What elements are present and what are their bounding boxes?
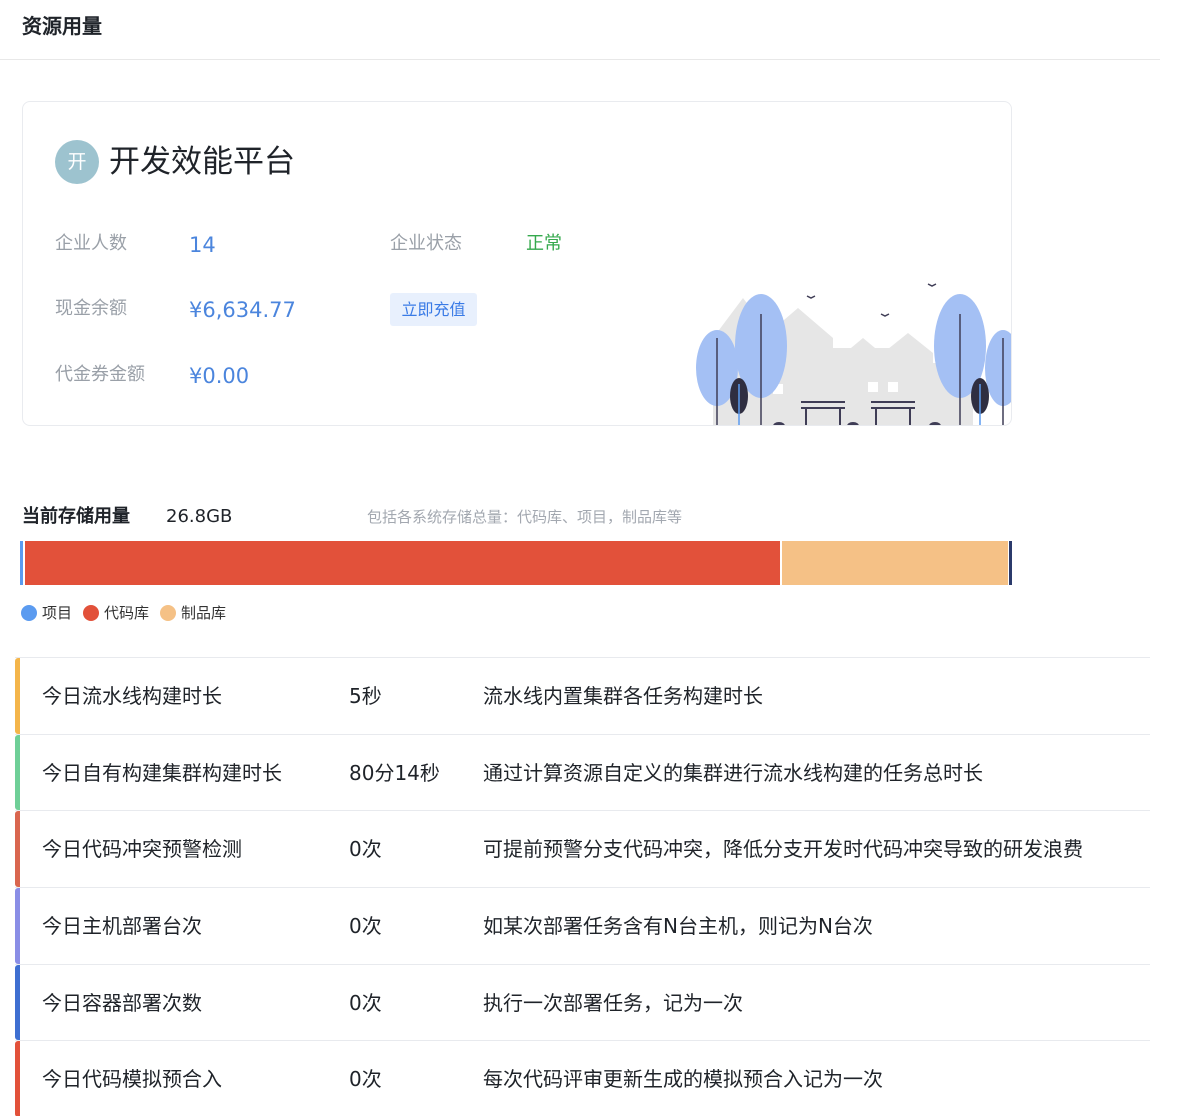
- metric-value: 5秒: [349, 684, 382, 708]
- metric-name: 今日代码冲突预警检测: [42, 837, 242, 862]
- metric-description: 每次代码评审更新生成的模拟预合入记为一次: [483, 1067, 883, 1092]
- storage-usage-bar: [20, 541, 1013, 585]
- metric-row: 今日代码冲突预警检测 0次 可提前预警分支代码冲突，降低分支开发时代码冲突导致的…: [15, 811, 1150, 889]
- bar-segment-project: [20, 541, 23, 585]
- legend-item-code-repo: 代码库: [83, 603, 149, 623]
- storage-legend: 项目 代码库 制品库: [21, 602, 237, 624]
- cash-label: 现金余额: [55, 298, 127, 319]
- metric-name: 今日流水线构建时长: [42, 684, 222, 708]
- org-name: 开发效能平台: [109, 144, 295, 180]
- metric-value: 0次: [349, 837, 382, 862]
- metric-row: 今日容器部署次数 0次 执行一次部署任务，记为一次: [15, 964, 1150, 1042]
- status-value: 正常: [526, 233, 562, 254]
- metric-accent-bar: [15, 658, 20, 734]
- page-title: 资源用量: [22, 14, 102, 38]
- metric-description: 流水线内置集群各任务构建时长: [483, 684, 763, 708]
- metric-row: 今日主机部署台次 0次 如某次部署任务含有N台主机，则记为N台次: [15, 888, 1150, 965]
- members-label: 企业人数: [55, 233, 127, 254]
- metric-name: 今日自有构建集群构建时长: [42, 760, 282, 785]
- metric-row: 今日代码模拟预合入 0次 每次代码评审更新生成的模拟预合入记为一次: [15, 1041, 1150, 1116]
- metric-accent-bar: [15, 888, 20, 964]
- recharge-button[interactable]: 立即充值: [390, 293, 477, 326]
- metric-value: 0次: [349, 914, 382, 939]
- metric-accent-bar: [15, 964, 20, 1041]
- voucher-value: ¥0.00: [189, 364, 250, 388]
- legend-label: 制品库: [181, 604, 227, 622]
- voucher-label: 代金券金额: [55, 364, 145, 385]
- metric-accent-bar: [15, 734, 20, 811]
- legend-label: 代码库: [104, 604, 150, 622]
- members-value: 14: [189, 233, 216, 257]
- metric-description: 执行一次部署任务，记为一次: [483, 990, 743, 1015]
- legend-dot-icon: [21, 605, 37, 621]
- metric-description: 如某次部署任务含有N台主机，则记为N台次: [483, 914, 873, 939]
- bar-segment-code-repo: [25, 541, 780, 585]
- status-label: 企业状态: [390, 233, 462, 254]
- metric-value: 0次: [349, 990, 382, 1015]
- metric-row: 今日自有构建集群构建时长 80分14秒 通过计算资源自定义的集群进行流水线构建的…: [15, 734, 1150, 812]
- bar-segment-artifact-repo: [782, 541, 1008, 585]
- metrics-list: 今日流水线构建时长 5秒 流水线内置集群各任务构建时长 今日自有构建集群构建时长…: [15, 657, 1150, 1116]
- legend-dot-icon: [83, 605, 100, 621]
- metric-row: 今日流水线构建时长 5秒 流水线内置集群各任务构建时长: [15, 658, 1150, 735]
- metric-name: 今日代码模拟预合入: [42, 1067, 222, 1092]
- metric-accent-bar: [15, 811, 20, 888]
- metric-accent-bar: [15, 1041, 20, 1116]
- metric-value: 80分14秒: [349, 760, 440, 785]
- legend-item-artifact-repo: 制品库: [160, 603, 226, 623]
- bar-end-cap: [1009, 541, 1012, 585]
- page-header: 资源用量: [0, 0, 1160, 60]
- cash-value: ¥6,634.77: [189, 298, 296, 322]
- legend-item-project: 项目: [21, 603, 72, 623]
- metric-value: 0次: [349, 1067, 382, 1092]
- storage-label: 当前存储用量: [22, 506, 130, 527]
- storage-note: 包括各系统存储总量：代码库、项目，制品库等: [367, 508, 683, 526]
- org-avatar: 开: [55, 140, 99, 184]
- metric-description: 可提前预警分支代码冲突，降低分支开发时代码冲突导致的研发浪费: [483, 837, 1083, 862]
- storage-value: 26.8GB: [166, 506, 233, 527]
- org-info-card: 开 开发效能平台 企业人数 14 企业状态 正常 现金余额 ¥6,634.77 …: [22, 101, 1012, 426]
- metric-name: 今日主机部署台次: [42, 914, 202, 939]
- legend-label: 项目: [42, 604, 73, 622]
- metric-description: 通过计算资源自定义的集群进行流水线构建的任务总时长: [483, 760, 983, 785]
- city-trees-illustration: [696, 283, 1011, 425]
- legend-dot-icon: [160, 605, 177, 621]
- metric-name: 今日容器部署次数: [42, 990, 202, 1015]
